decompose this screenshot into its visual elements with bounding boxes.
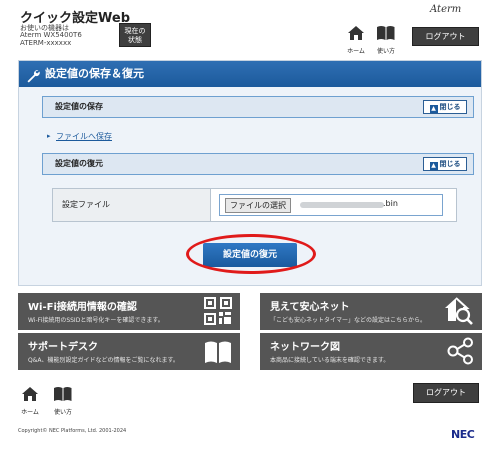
save-section-close-button[interactable]: ▲ 閉じる <box>423 100 467 114</box>
save-close-label: 閉じる <box>439 103 461 111</box>
device-model: Aterm WX5400T6 <box>20 31 82 39</box>
file-input[interactable]: ファイルの選択 .bin <box>219 194 443 216</box>
network-icon <box>447 337 473 365</box>
tile-title: サポートデスク <box>28 342 98 353</box>
tile-desc: Wi-Fi接続用のSSIDと暗号化キーを確認できます。 <box>28 317 164 324</box>
header: クイック設定Web お使いの機器は Aterm WX5400T6 ATERM-x… <box>0 0 500 58</box>
chevron-up-icon: ▲ <box>429 162 438 170</box>
tile-title: Wi-Fi接続用情報の確認 <box>28 302 137 313</box>
tile-mieteanshin-net[interactable]: 見えて安心ネット 「こども安心ネットタイマー」などの設定はこちらから。 <box>260 293 482 330</box>
tile-desc: 「こども安心ネットタイマー」などの設定はこちらから。 <box>270 317 427 324</box>
current-status-button[interactable]: 現在の 状態 <box>119 23 151 47</box>
logout-button[interactable]: ログアウト <box>412 27 479 46</box>
footer-logout-button[interactable]: ログアウト <box>413 383 479 403</box>
footer-home-label: ホーム <box>21 409 39 416</box>
panel-title-text: 設定値の保存＆復元 <box>45 67 144 80</box>
restore-section-title: 設定値の復元 <box>55 159 103 168</box>
file-name-suffix: .bin <box>383 199 398 208</box>
footer-guide-button[interactable]: 使い方 <box>51 386 75 416</box>
book-icon <box>377 26 395 40</box>
nec-logo: NEC <box>451 428 475 441</box>
save-section-header: 設定値の保存 ▲ 閉じる <box>42 96 474 118</box>
panel-title: 設定値の保存＆復元 <box>19 61 481 87</box>
qr-code-icon <box>204 297 232 325</box>
home-label: ホーム <box>347 48 365 55</box>
tile-network-map[interactable]: ネットワーク図 本商品に接続している端末を確認できます。 <box>260 333 482 370</box>
tile-support-desk[interactable]: サポートデスク Q&A、機能別設定ガイドなどの情報をご覧になれます。 <box>18 333 240 370</box>
settings-file-label: 設定ファイル <box>53 189 211 221</box>
home-button[interactable]: ホーム <box>344 25 368 55</box>
guide-label: 使い方 <box>376 48 395 55</box>
copyright: Copyright© NEC Platforms, Ltd. 2001-2024 <box>18 428 127 434</box>
restore-close-label: 閉じる <box>439 160 461 168</box>
choose-file-button[interactable]: ファイルの選択 <box>225 198 291 213</box>
restore-section-header: 設定値の復元 ▲ 閉じる <box>42 153 474 175</box>
book-icon <box>205 341 231 363</box>
brand-logo: Aterm <box>430 4 462 15</box>
guide-button[interactable]: 使い方 <box>374 25 398 55</box>
footer-guide-label: 使い方 <box>53 409 72 416</box>
save-section-title: 設定値の保存 <box>55 102 103 111</box>
footer-home-button[interactable]: ホーム <box>18 386 42 416</box>
tile-desc: Q&A、機能別設定ガイドなどの情報をご覧になれます。 <box>28 357 179 364</box>
link-bullet-icon: ▸ <box>47 132 51 140</box>
blurred-file-name <box>300 202 384 208</box>
settings-file-row: 設定ファイル ファイルの選択 .bin <box>52 188 457 222</box>
chevron-up-icon: ▲ <box>429 105 438 113</box>
tile-wifi-info[interactable]: Wi-Fi接続用情報の確認 Wi-Fi接続用のSSIDと暗号化キーを確認できます… <box>18 293 240 330</box>
save-to-file-link[interactable]: ファイルへ保存 <box>56 131 112 142</box>
book-icon <box>54 387 72 401</box>
wrench-icon <box>26 67 40 93</box>
restore-section-close-button[interactable]: ▲ 閉じる <box>423 157 467 171</box>
tile-desc: 本商品に接続している端末を確認できます。 <box>270 357 390 364</box>
home-icon <box>22 387 38 401</box>
highlight-ring <box>186 234 316 274</box>
tile-title: ネットワーク図 <box>270 342 340 353</box>
device-id: ATERM-xxxxxx <box>20 39 72 47</box>
home-icon <box>348 26 364 40</box>
house-magnifier-icon <box>445 297 473 325</box>
tile-title: 見えて安心ネット <box>270 302 350 313</box>
